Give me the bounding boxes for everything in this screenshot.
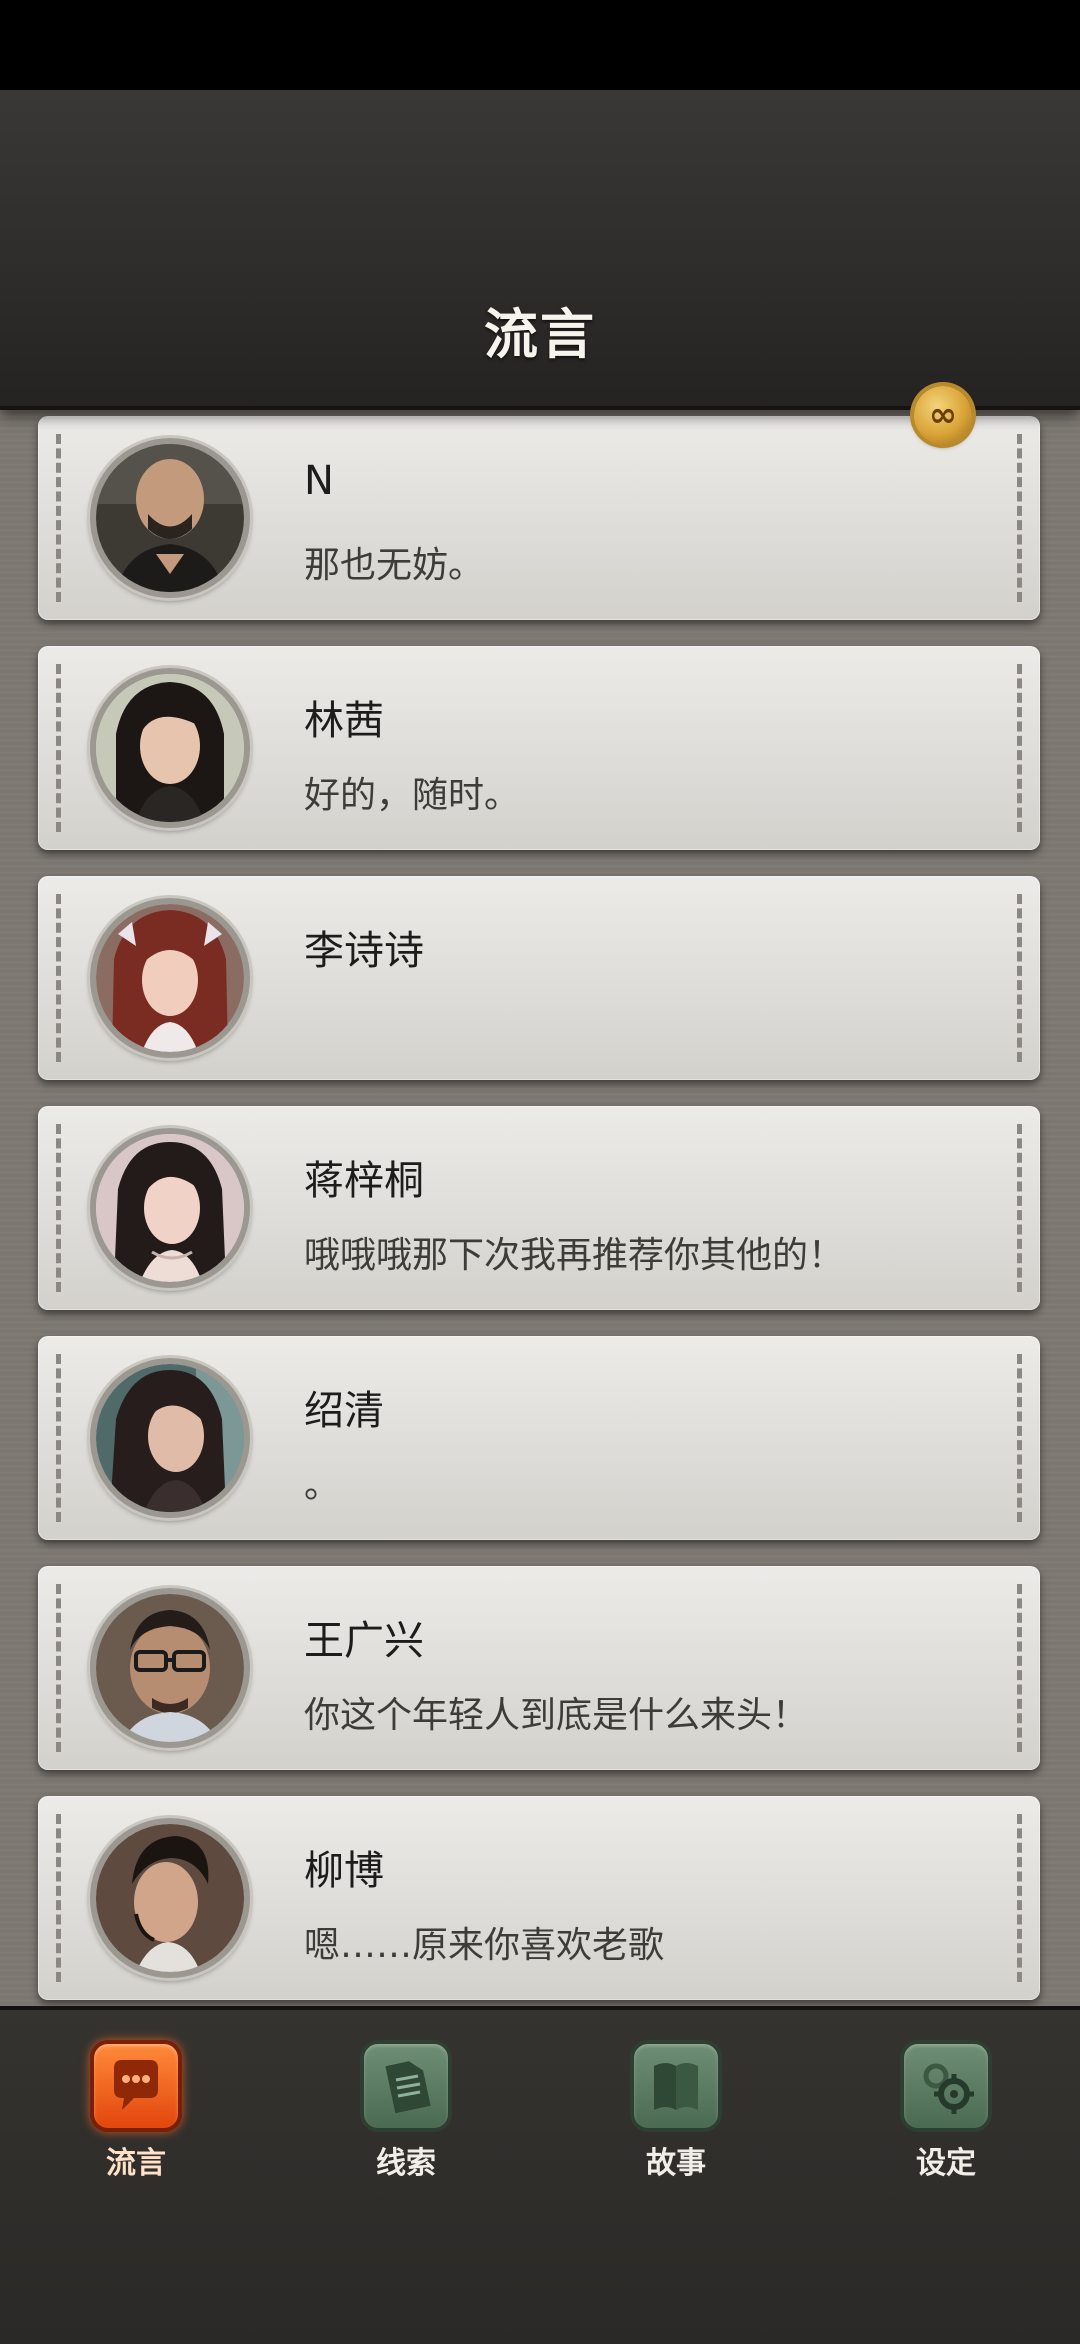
stitch-left [56,1124,61,1292]
contact-last-message: 好的，随时。 [304,775,521,816]
contact-card[interactable]: 绍清 。 [38,1336,1040,1540]
bottom-tab-bar: 流言 线索 故事 设定 [0,2006,1080,2344]
infinity-coin-icon[interactable]: ∞ [914,386,972,444]
contact-card[interactable]: 李诗诗 [38,876,1040,1080]
stitch-left [56,894,61,1062]
contact-card[interactable]: 柳博 嗯……原来你喜欢老歌 [38,1796,1040,2000]
contact-card[interactable]: 蒋梓桐 哦哦哦那下次我再推荐你其他的！ [38,1106,1040,1310]
avatar [90,1818,250,1978]
stitch-right [1017,1584,1022,1752]
tab-label: 设定 [916,2146,976,2181]
tab-label: 故事 [646,2146,706,2181]
stitch-right [1017,894,1022,1062]
stitch-left [56,1354,61,1522]
tab-settings[interactable]: 设定 [876,2040,1016,2182]
gear-icon [900,2040,992,2132]
tab-label: 线索 [376,2146,436,2181]
app-header: 流言 ∞ [0,90,1080,444]
contact-last-message: 那也无妨。 [304,545,485,586]
contact-name: N [304,458,334,504]
avatar [90,438,250,598]
stitch-right [1017,434,1022,602]
contact-list[interactable]: N 那也无妨。 林茜 好的，随时。 李诗诗 蒋梓桐 哦哦哦那下次我再推荐你其他的… [0,406,1080,2006]
chat-bubble-icon [90,2040,182,2132]
contact-last-message: 你这个年轻人到底是什么来头！ [304,1695,809,1736]
tab-rumors[interactable]: 流言 [66,2040,206,2182]
tab-clues[interactable]: 线索 [336,2040,476,2182]
contact-name: 李诗诗 [304,928,424,974]
contact-name: 绍清 [304,1388,384,1434]
stitch-left [56,1584,61,1752]
tab-label: 流言 [106,2146,166,2181]
stitch-left [56,664,61,832]
stitch-left [56,1814,61,1982]
stitch-right [1017,1814,1022,1982]
stitch-right [1017,1354,1022,1522]
status-bar [0,0,1080,90]
contact-card[interactable]: 林茜 好的，随时。 [38,646,1040,850]
avatar [90,1128,250,1288]
contact-card[interactable]: 王广兴 你这个年轻人到底是什么来头！ [38,1566,1040,1770]
contact-last-message: 嗯……原来你喜欢老歌 [304,1925,665,1966]
document-icon [360,2040,452,2132]
stitch-right [1017,1124,1022,1292]
book-icon [630,2040,722,2132]
page-title: 流言 [484,302,596,366]
tab-stories[interactable]: 故事 [606,2040,746,2182]
avatar [90,668,250,828]
contact-name: 柳博 [304,1848,384,1894]
contact-card[interactable]: N 那也无妨。 [38,416,1040,620]
stitch-right [1017,664,1022,832]
contact-name: 林茜 [304,698,384,744]
avatar [90,1588,250,1748]
stitch-left [56,434,61,602]
contact-last-message: 。 [304,1465,341,1506]
contact-name: 王广兴 [304,1618,424,1664]
contact-name: 蒋梓桐 [304,1158,424,1204]
avatar [90,898,250,1058]
avatar [90,1358,250,1518]
contact-last-message: 哦哦哦那下次我再推荐你其他的！ [304,1235,845,1276]
badge-symbol: ∞ [928,395,958,435]
